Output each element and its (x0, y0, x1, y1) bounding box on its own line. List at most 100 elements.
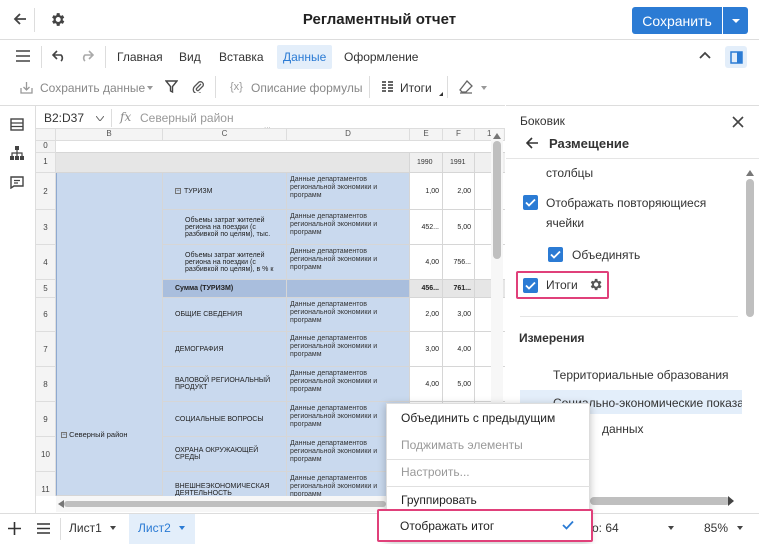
source-cell[interactable] (287, 280, 410, 298)
scroll-right-icon[interactable] (728, 496, 734, 506)
value-cell[interactable]: 4,00 (443, 332, 475, 367)
row-header[interactable]: 10 (36, 437, 56, 472)
source-cell[interactable]: Данные департаментов региональной эконом… (287, 245, 410, 280)
column-header-b[interactable]: B (56, 129, 163, 141)
menu-home[interactable]: Главная (117, 50, 163, 64)
value-cell[interactable]: 4,00 (410, 367, 443, 402)
comment-icon[interactable] (10, 176, 24, 189)
totals-checkbox[interactable] (523, 278, 538, 293)
back-arrow-icon[interactable] (526, 137, 539, 149)
caret-down-icon[interactable] (668, 526, 674, 530)
vertical-scroll-thumb[interactable] (493, 141, 501, 259)
value-cell[interactable]: 2,00 (443, 173, 475, 210)
row-header[interactable]: 9 (36, 402, 56, 437)
value-cell[interactable]: 456... (410, 280, 443, 298)
source-cell[interactable]: Данные департаментов региональной эконом… (287, 332, 410, 367)
label-cell[interactable]: Сумма (ТУРИЗМ) (163, 280, 287, 298)
row-header[interactable]: 6 (36, 298, 56, 332)
add-sheet-icon[interactable] (8, 522, 21, 535)
save-data-button[interactable]: Сохранить данные (40, 81, 145, 95)
show-repeating-label-line2[interactable]: ячейки (546, 216, 584, 230)
merge-checkbox[interactable] (548, 247, 563, 262)
totals-button[interactable]: Итоги (400, 81, 432, 95)
collapse-box-icon[interactable]: − (175, 188, 181, 194)
panel-hscroll-thumb[interactable] (590, 497, 730, 505)
save-button[interactable]: Сохранить (632, 7, 722, 34)
label-cell[interactable]: ОБЩИЕ СВЕДЕНИЯ (163, 298, 287, 332)
year-cell[interactable]: 1991 (443, 153, 475, 173)
redo-icon[interactable] (80, 50, 94, 62)
caret-down-icon[interactable] (481, 86, 487, 90)
gear-icon[interactable] (588, 277, 603, 292)
label-cell[interactable]: Объемы затрат жителей региона на поездки… (163, 210, 287, 245)
caret-down-icon[interactable] (179, 526, 185, 530)
side-panel-toggle-icon[interactable] (725, 46, 747, 68)
list-icon[interactable] (10, 118, 24, 131)
menu-insert[interactable]: Вставка (219, 50, 264, 64)
undo-icon[interactable] (52, 50, 66, 62)
corner-header[interactable] (36, 129, 56, 141)
label-cell[interactable]: − ТУРИЗМ (163, 173, 287, 210)
label-cell[interactable]: Объемы затрат жителей региона на поездки… (163, 245, 287, 280)
value-cell[interactable]: 756... (443, 245, 475, 280)
menu-view[interactable]: Вид (179, 50, 201, 64)
close-icon[interactable] (732, 116, 744, 128)
dimension-item[interactable]: Территориальные образования (553, 368, 729, 382)
value-cell[interactable]: 761... (443, 280, 475, 298)
column-header-d[interactable]: D (287, 129, 410, 141)
save-dropdown-button[interactable] (723, 7, 748, 34)
zoom-level[interactable]: 85% (704, 521, 728, 535)
source-cell[interactable]: Данные департаментов региональной эконом… (287, 298, 410, 332)
merge-label[interactable]: Объединять (572, 248, 640, 262)
column-header-c[interactable]: C (163, 129, 287, 141)
value-cell[interactable]: 4,00 (410, 245, 443, 280)
filter-icon[interactable] (165, 80, 178, 93)
value-cell[interactable]: 3,00 (410, 332, 443, 367)
formula-description-button[interactable]: Описание формулы (251, 81, 363, 95)
menu-configure[interactable]: Настроить... (401, 465, 470, 479)
menu-collapse-elements[interactable]: Поджимать элементы (401, 438, 523, 452)
year-cell[interactable]: 1990 (410, 153, 443, 173)
row-header[interactable]: 8 (36, 367, 56, 402)
source-cell[interactable]: Данные департаментов региональной эконом… (287, 173, 410, 210)
show-repeating-label[interactable]: Отображать повторяющиеся (546, 196, 706, 210)
scroll-up-icon[interactable] (493, 133, 501, 139)
column-header-e[interactable]: E (410, 129, 443, 141)
label-cell[interactable]: ВНЕШНЕЭКОНОМИЧЕСКАЯ ДЕЯТЕЛЬНОСТЬ (163, 472, 287, 496)
caret-down-icon[interactable] (96, 116, 104, 121)
menu-format[interactable]: Оформление (344, 50, 418, 64)
value-cell[interactable]: 2,00 (410, 298, 443, 332)
cell-reference-input[interactable]: B2:D37 (44, 111, 84, 125)
menu-show-total[interactable]: Отображать итог (400, 519, 494, 533)
sheet-tab-1[interactable]: Лист1 (69, 521, 102, 535)
menu-data[interactable]: Данные (283, 50, 326, 64)
sheets-menu-icon[interactable] (37, 523, 50, 534)
value-cell[interactable]: 1,00 (410, 173, 443, 210)
menu-group[interactable]: Группировать (401, 493, 477, 507)
row-header[interactable]: 4 (36, 245, 56, 280)
totals-label[interactable]: Итоги (546, 278, 578, 292)
value-cell[interactable]: 5,00 (443, 367, 475, 402)
chevron-up-icon[interactable] (699, 51, 711, 59)
collapse-box-icon[interactable]: − (61, 432, 67, 439)
row-header[interactable]: 1 (36, 153, 56, 173)
eraser-icon[interactable] (459, 80, 473, 94)
menu-merge-previous[interactable]: Объединить с предыдущим (401, 411, 555, 425)
column-header-f[interactable]: F (443, 129, 475, 141)
horizontal-scroll-thumb[interactable] (64, 501, 386, 507)
row-header[interactable]: 0 (36, 141, 56, 153)
source-cell[interactable]: Данные департаментов региональной эконом… (287, 367, 410, 402)
sheet-tab-2[interactable]: Лист2 (138, 521, 171, 535)
hamburger-icon[interactable] (16, 50, 30, 62)
row-header[interactable]: 7 (36, 332, 56, 367)
label-cell[interactable]: ВАЛОВОЙ РЕГИОНАЛЬНЫЙ ПРОДУКТ (163, 367, 287, 402)
hierarchy-icon[interactable] (10, 146, 24, 160)
label-cell[interactable]: ДЕМОГРАФИЯ (163, 332, 287, 367)
caret-down-icon[interactable] (110, 526, 116, 530)
row-header[interactable]: 2 (36, 173, 56, 210)
region-cell[interactable]: − Северный район (56, 173, 163, 496)
scroll-up-icon[interactable] (746, 170, 754, 176)
value-cell[interactable]: 452... (410, 210, 443, 245)
row-header[interactable]: 5 (36, 280, 56, 298)
label-cell[interactable]: ОХРАНА ОКРУЖАЮЩЕЙ СРЕДЫ (163, 437, 287, 472)
